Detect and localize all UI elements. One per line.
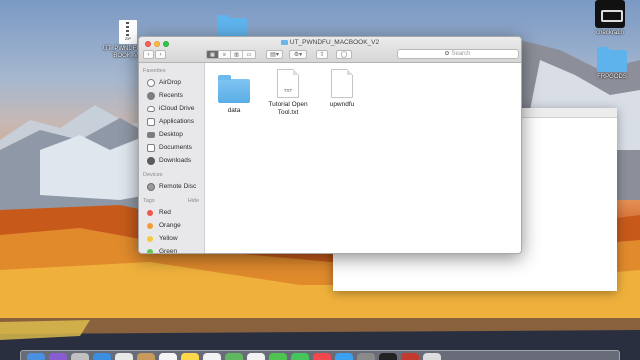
document-icon bbox=[331, 69, 353, 98]
sidebar-item-icloud-drive[interactable]: iCloud Drive bbox=[139, 102, 204, 115]
dock-calendar-icon[interactable] bbox=[159, 353, 177, 360]
chevron-left-icon: ‹ bbox=[147, 52, 150, 58]
desktop-app-checkra1n[interactable]: checkra1n bbox=[588, 0, 632, 37]
sidebar-item-desktop[interactable]: Desktop bbox=[139, 128, 204, 141]
applications-icon bbox=[147, 117, 155, 126]
sidebar-tag-yellow[interactable]: Yellow bbox=[139, 232, 204, 245]
finder-window[interactable]: UT_PWNDFU_MACBOOK_V2 ‹ › ▦ ≡ ▥ ▭ ▤▾ ⚙▾ ⇧… bbox=[138, 36, 522, 254]
action-button[interactable]: ⚙▾ bbox=[289, 50, 307, 59]
dock-launchpad-icon[interactable] bbox=[71, 353, 89, 360]
tag-color-dot bbox=[147, 209, 153, 216]
tags-button[interactable]: ◯ bbox=[336, 50, 352, 59]
sidebar-header-devices: Devices bbox=[143, 172, 163, 178]
finder-sidebar: Favorites AirDrop Recents iCloud Drive A… bbox=[139, 63, 205, 253]
finder-content: data TXT Tutorial Open Tool.txt upwndfu bbox=[205, 63, 521, 253]
view-mode-selector: ▦ ≡ ▥ ▭ bbox=[206, 50, 256, 59]
dock-finder-icon[interactable] bbox=[27, 353, 45, 360]
column-view-button[interactable]: ▥ bbox=[231, 51, 243, 58]
gallery-view-button[interactable]: ▭ bbox=[243, 51, 255, 58]
dock-photos-icon[interactable] bbox=[247, 353, 265, 360]
file-item-upwndfu[interactable]: upwndfu bbox=[319, 69, 365, 109]
icon-view-button[interactable]: ▦ bbox=[207, 51, 219, 58]
share-button[interactable]: ⇧ bbox=[316, 50, 328, 59]
back-button[interactable]: ‹ bbox=[143, 50, 154, 59]
dock-settings-icon[interactable] bbox=[357, 353, 375, 360]
sidebar-tag-orange[interactable]: Orange bbox=[139, 219, 204, 232]
dock-facetime-icon[interactable] bbox=[291, 353, 309, 360]
dock-siri-icon[interactable] bbox=[49, 353, 67, 360]
airdrop-icon bbox=[147, 78, 155, 87]
sidebar-tag-green[interactable]: Green bbox=[139, 245, 204, 253]
checkra1n-icon bbox=[595, 0, 625, 28]
sidebar-header-tags: Tags Hide bbox=[143, 197, 199, 206]
sidebar-header-favorites: Favorites bbox=[143, 68, 166, 74]
sidebar-item-downloads[interactable]: Downloads bbox=[139, 154, 204, 167]
grid-icon: ▤▾ bbox=[270, 52, 279, 58]
desktop-folder-frpgods[interactable]: FRPGODS bbox=[590, 47, 634, 81]
dock-reminders-icon[interactable] bbox=[203, 353, 221, 360]
chevron-right-icon: › bbox=[159, 52, 162, 58]
file-item-tutorial[interactable]: TXT Tutorial Open Tool.txt bbox=[265, 69, 311, 116]
dock-trash-icon[interactable] bbox=[423, 353, 441, 360]
folder-icon bbox=[280, 40, 288, 45]
file-name: upwndfu bbox=[329, 101, 355, 108]
file-name: data bbox=[227, 107, 241, 114]
folder-icon bbox=[218, 75, 250, 103]
file-name: Tutorial Open Tool.txt bbox=[268, 101, 308, 116]
dock-music-icon[interactable] bbox=[313, 353, 331, 360]
recents-icon bbox=[147, 91, 155, 100]
sidebar-item-documents[interactable]: Documents bbox=[139, 141, 204, 154]
dock-notes-icon[interactable] bbox=[181, 353, 199, 360]
icloud-icon bbox=[147, 105, 155, 112]
search-field[interactable]: Search bbox=[397, 49, 519, 59]
sidebar-item-remote-disc[interactable]: Remote Disc bbox=[139, 180, 204, 193]
folder-icon bbox=[597, 47, 627, 72]
finder-toolbar: UT_PWNDFU_MACBOOK_V2 ‹ › ▦ ≡ ▥ ▭ ▤▾ ⚙▾ ⇧… bbox=[139, 37, 521, 63]
dock-messages-icon[interactable] bbox=[269, 353, 287, 360]
dock-maps-icon[interactable] bbox=[225, 353, 243, 360]
sidebar-tag-red[interactable]: Red bbox=[139, 206, 204, 219]
dock-terminal-icon[interactable] bbox=[379, 353, 397, 360]
documents-icon bbox=[147, 143, 155, 152]
zip-icon: ZIP bbox=[119, 20, 137, 44]
tag-color-dot bbox=[147, 222, 153, 229]
sidebar-item-recents[interactable]: Recents bbox=[139, 89, 204, 102]
share-icon: ⇧ bbox=[319, 52, 325, 58]
dock-mail-icon[interactable] bbox=[115, 353, 133, 360]
dock bbox=[20, 350, 620, 360]
sidebar-item-applications[interactable]: Applications bbox=[139, 115, 204, 128]
downloads-icon bbox=[147, 156, 155, 165]
search-icon bbox=[445, 51, 450, 55]
tag-icon: ◯ bbox=[340, 52, 348, 58]
list-view-button[interactable]: ≡ bbox=[219, 51, 231, 58]
dock-appstore-icon[interactable] bbox=[335, 353, 353, 360]
text-document-icon: TXT bbox=[277, 69, 299, 98]
gear-icon: ⚙▾ bbox=[293, 52, 303, 58]
sidebar-item-airdrop[interactable]: AirDrop bbox=[139, 76, 204, 89]
file-item-data[interactable]: data bbox=[211, 69, 257, 115]
remote-disc-icon bbox=[147, 182, 155, 191]
tags-hide-button[interactable]: Hide bbox=[188, 197, 199, 206]
dock-contacts-icon[interactable] bbox=[137, 353, 155, 360]
arrange-button[interactable]: ▤▾ bbox=[266, 50, 283, 59]
tag-color-dot bbox=[147, 248, 153, 253]
dock-safari-icon[interactable] bbox=[93, 353, 111, 360]
forward-button[interactable]: › bbox=[155, 50, 166, 59]
frpgods-label: FRPGODS bbox=[597, 74, 627, 80]
desktop-icon bbox=[147, 131, 155, 138]
tag-color-dot bbox=[147, 235, 153, 242]
window-title: UT_PWNDFU_MACBOOK_V2 bbox=[139, 39, 521, 46]
dock-app-icon[interactable] bbox=[401, 353, 419, 360]
checkra1n-label: checkra1n bbox=[596, 30, 624, 36]
